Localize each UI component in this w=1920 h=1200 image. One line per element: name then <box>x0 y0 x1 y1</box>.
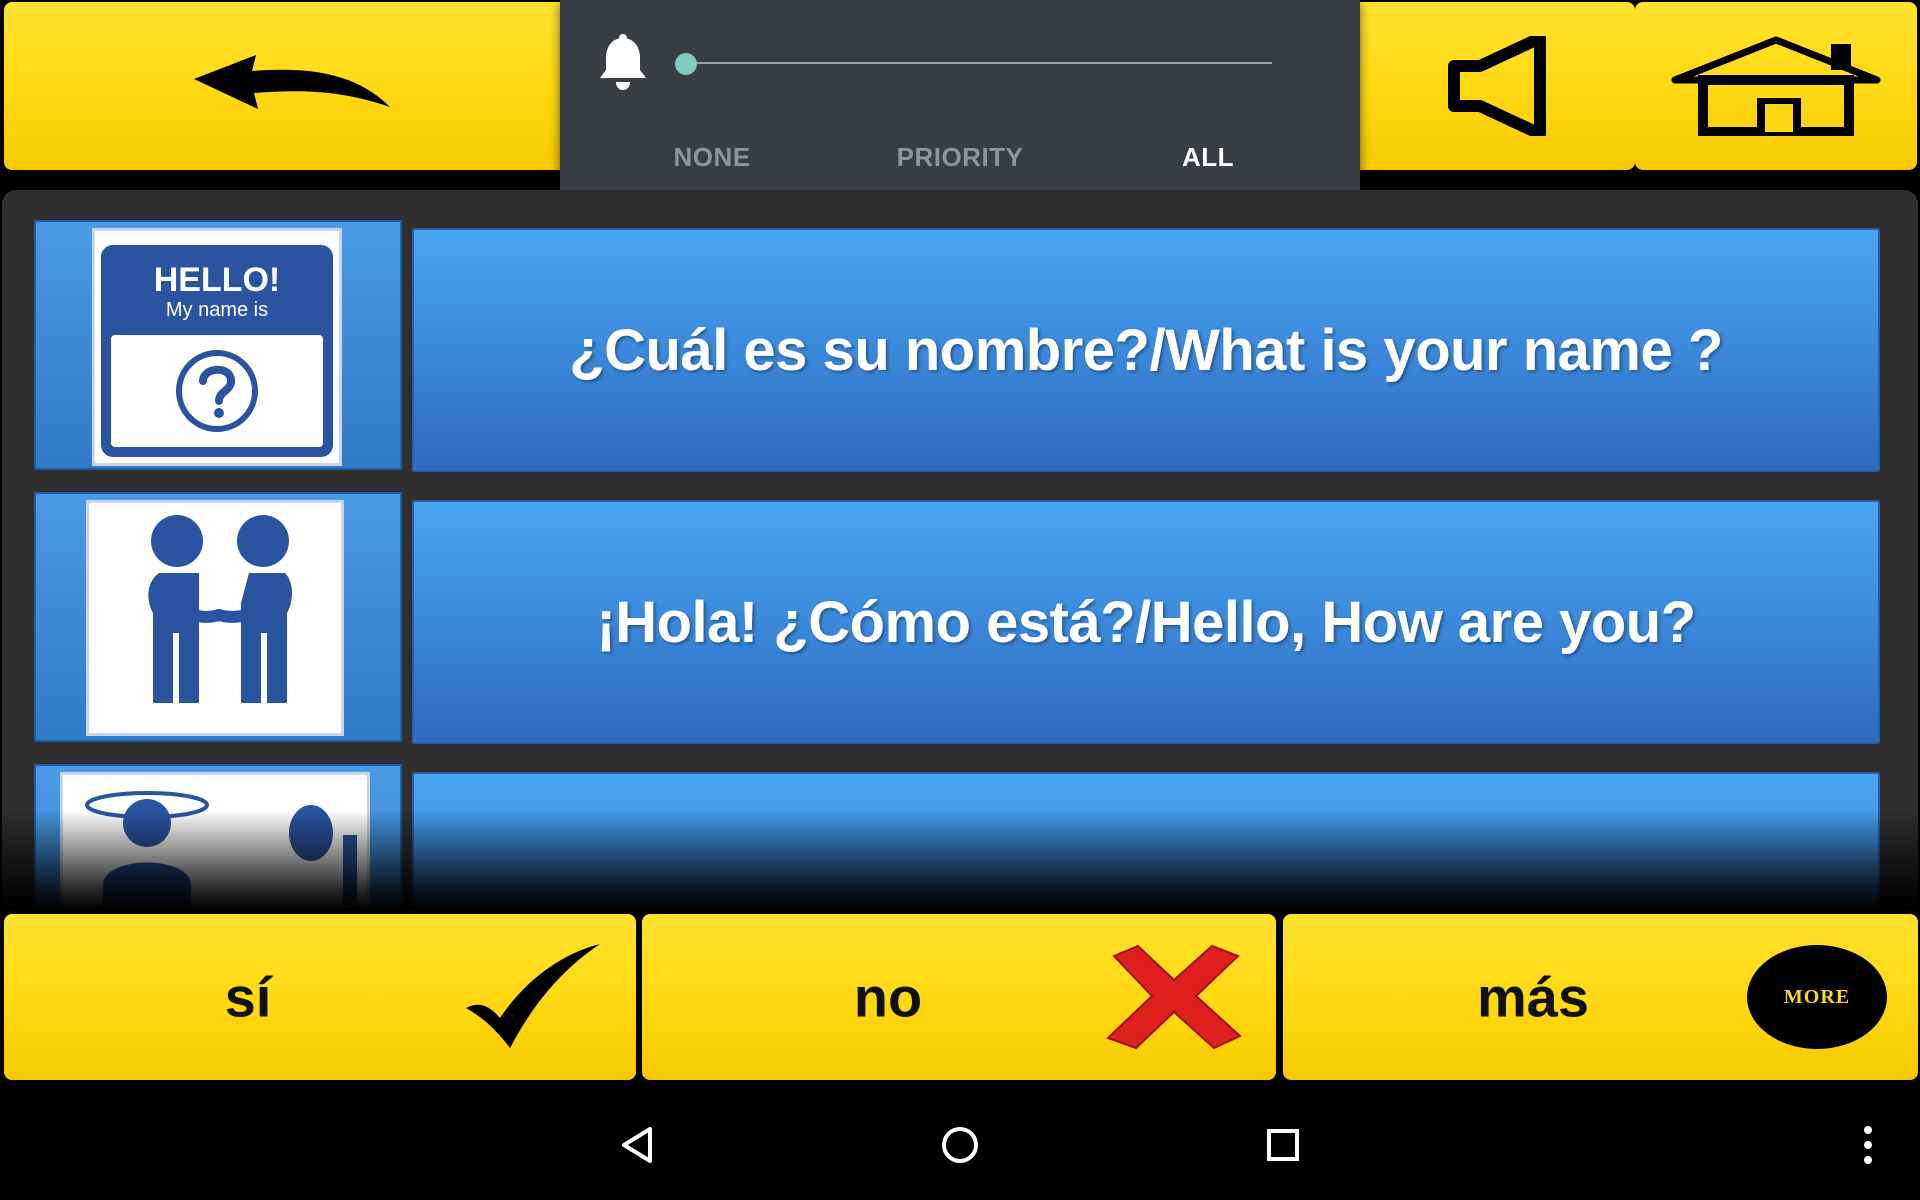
phrase-button[interactable]: ¡Hola! ¿Cómo está?/Hello, How are you? <box>412 500 1880 744</box>
list-fade-overlay <box>2 810 1918 908</box>
handshake-icon <box>86 500 344 736</box>
no-button[interactable]: no <box>642 914 1276 1080</box>
phrase-list[interactable]: HELLO! My name is ¿Cuál es su nombre?/Wh… <box>2 190 1918 908</box>
phrase-row[interactable]: ¡Hola! ¿Cómo está?/Hello, How are you? <box>34 492 1880 744</box>
home-icon <box>1671 36 1881 136</box>
more-badge-icon: MORE <box>1747 945 1887 1049</box>
nav-recents-icon[interactable] <box>1265 1127 1301 1163</box>
back-arrow-icon <box>194 55 390 109</box>
nav-home-icon[interactable] <box>940 1125 980 1165</box>
hello-name-tag-icon: HELLO! My name is <box>92 228 342 466</box>
notification-volume-panel: NONE PRIORITY ALL <box>560 0 1360 208</box>
pictogram-cell <box>34 492 402 742</box>
mode-all[interactable]: ALL <box>1182 142 1234 173</box>
mode-none[interactable]: NONE <box>673 142 750 173</box>
no-label: no <box>853 965 923 1029</box>
yes-button[interactable]: sí <box>4 914 636 1080</box>
checkmark-icon <box>466 944 600 1048</box>
phrase-row[interactable]: HELLO! My name is ¿Cuál es su nombre?/Wh… <box>34 220 1880 472</box>
nav-back-icon[interactable] <box>618 1125 658 1165</box>
home-button[interactable] <box>1635 2 1917 170</box>
bell-icon <box>600 34 646 90</box>
phrase-button[interactable]: ¿Cuál es su nombre?/What is your name ? <box>412 228 1880 472</box>
more-badge-text: MORE <box>1783 985 1851 1008</box>
volume-slider-track[interactable] <box>688 62 1272 64</box>
overflow-menu-icon[interactable] <box>1862 1125 1874 1165</box>
speaker-button[interactable] <box>1335 2 1635 170</box>
volume-slider-thumb[interactable] <box>675 53 697 75</box>
system-nav-bar <box>0 1090 1920 1200</box>
speaker-icon <box>1448 36 1546 136</box>
yes-label: sí <box>224 965 272 1029</box>
handshake-figure <box>148 515 292 703</box>
more-button[interactable]: más MORE <box>1283 914 1918 1080</box>
question-mark-icon <box>176 350 258 432</box>
red-x-icon <box>1106 944 1242 1050</box>
name-tag-title: HELLO! <box>153 261 281 299</box>
mode-priority[interactable]: PRIORITY <box>897 142 1024 173</box>
back-button[interactable] <box>4 2 584 170</box>
pictogram-cell: HELLO! My name is <box>34 220 402 470</box>
more-label: más <box>1476 965 1590 1029</box>
name-tag-subtitle: My name is <box>165 299 269 321</box>
